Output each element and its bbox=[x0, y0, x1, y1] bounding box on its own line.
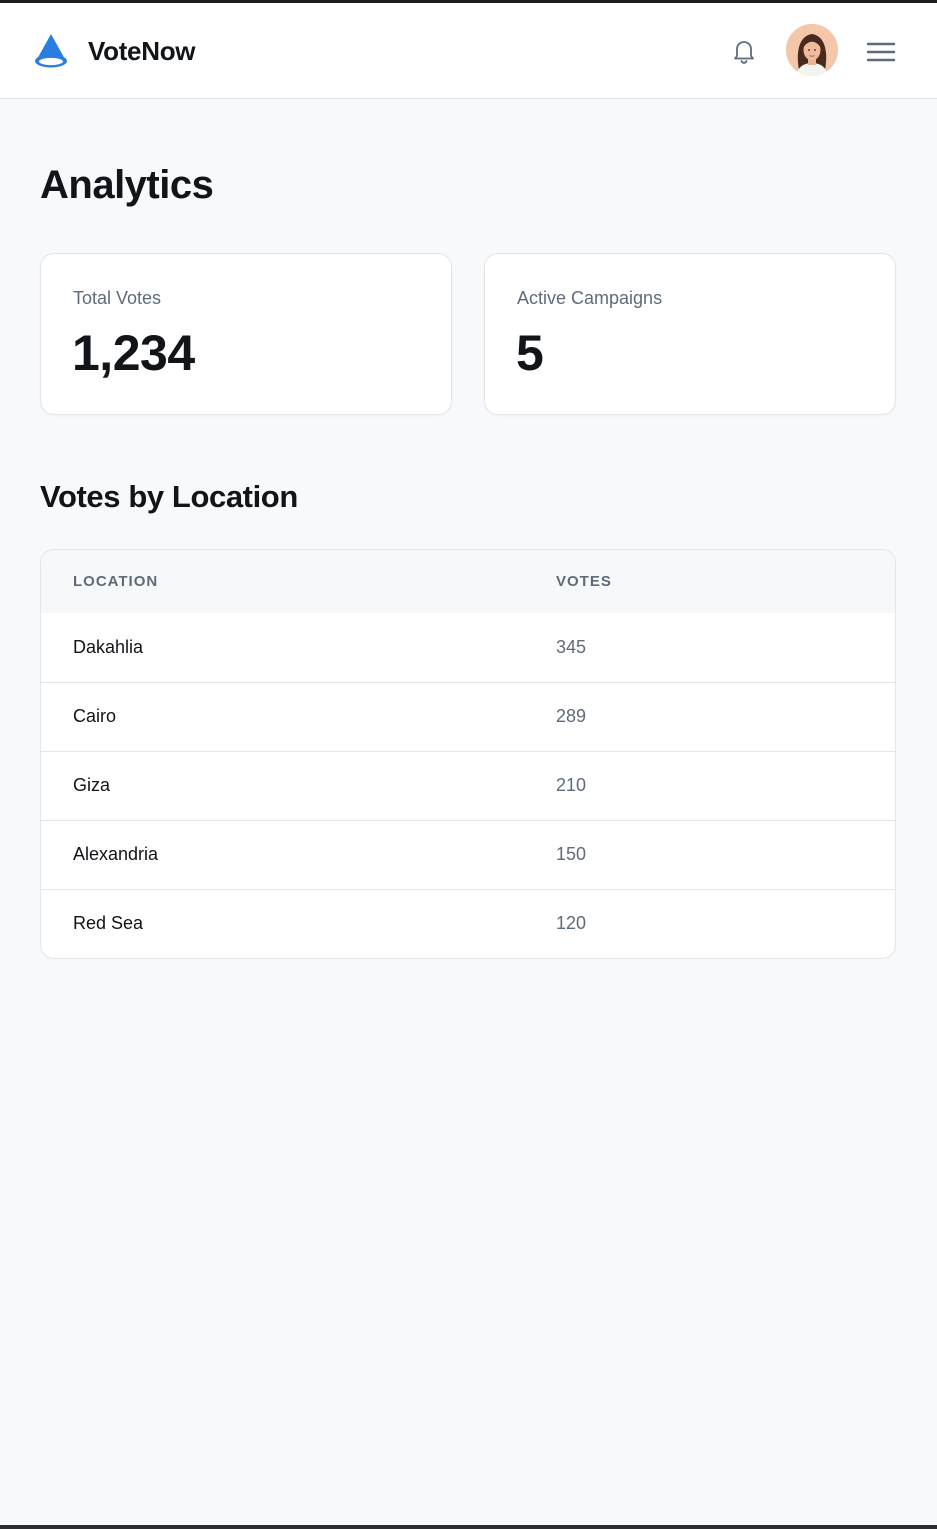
app-name: VoteNow bbox=[88, 35, 196, 66]
stat-label: Total Votes bbox=[73, 288, 162, 308]
avatar[interactable] bbox=[786, 24, 838, 76]
stat-card-active-campaigns: Active Campaigns 5 bbox=[484, 253, 896, 415]
brand[interactable]: VoteNow bbox=[32, 31, 196, 71]
location-cell: Cairo bbox=[73, 706, 117, 726]
column-header-votes: VOTES bbox=[556, 573, 612, 590]
location-cell: Giza bbox=[73, 775, 111, 795]
table-row: Dakahlia 345 bbox=[41, 613, 895, 682]
table-row: Red Sea 120 bbox=[41, 889, 895, 958]
table-row: Alexandria 150 bbox=[41, 820, 895, 889]
stat-label: Active Campaigns bbox=[517, 288, 663, 308]
hamburger-menu-icon[interactable] bbox=[865, 38, 897, 66]
location-cell: Red Sea bbox=[73, 913, 144, 934]
votes-cell: 345 bbox=[556, 636, 587, 657]
page-title: Analytics bbox=[40, 163, 214, 207]
stat-value: 5 bbox=[516, 325, 544, 381]
location-cell: Dakahlia bbox=[73, 636, 144, 657]
votes-by-location-table: LOCATION VOTES Dakahlia 345 Cairo 289 Gi… bbox=[40, 549, 896, 959]
table-row: Cairo 289 bbox=[41, 682, 895, 751]
section-title-votes-by-location: Votes by Location bbox=[40, 479, 298, 514]
votes-cell: 150 bbox=[556, 844, 587, 864]
app-header: VoteNow bbox=[0, 3, 937, 99]
votes-cell: 210 bbox=[556, 775, 587, 795]
stat-card-total-votes: Total Votes 1,234 bbox=[40, 253, 452, 415]
votes-cell: 289 bbox=[556, 706, 587, 726]
stat-value: 1,234 bbox=[72, 325, 195, 381]
cone-logo-icon bbox=[35, 34, 67, 68]
location-cell: Alexandria bbox=[73, 844, 159, 864]
bell-icon[interactable] bbox=[729, 36, 759, 66]
window-bottom-edge bbox=[0, 1525, 937, 1529]
votes-cell: 120 bbox=[556, 913, 587, 934]
table-header-row: LOCATION VOTES bbox=[41, 550, 895, 613]
column-header-location: LOCATION bbox=[73, 573, 159, 590]
table-row: Giza 210 bbox=[41, 751, 895, 820]
